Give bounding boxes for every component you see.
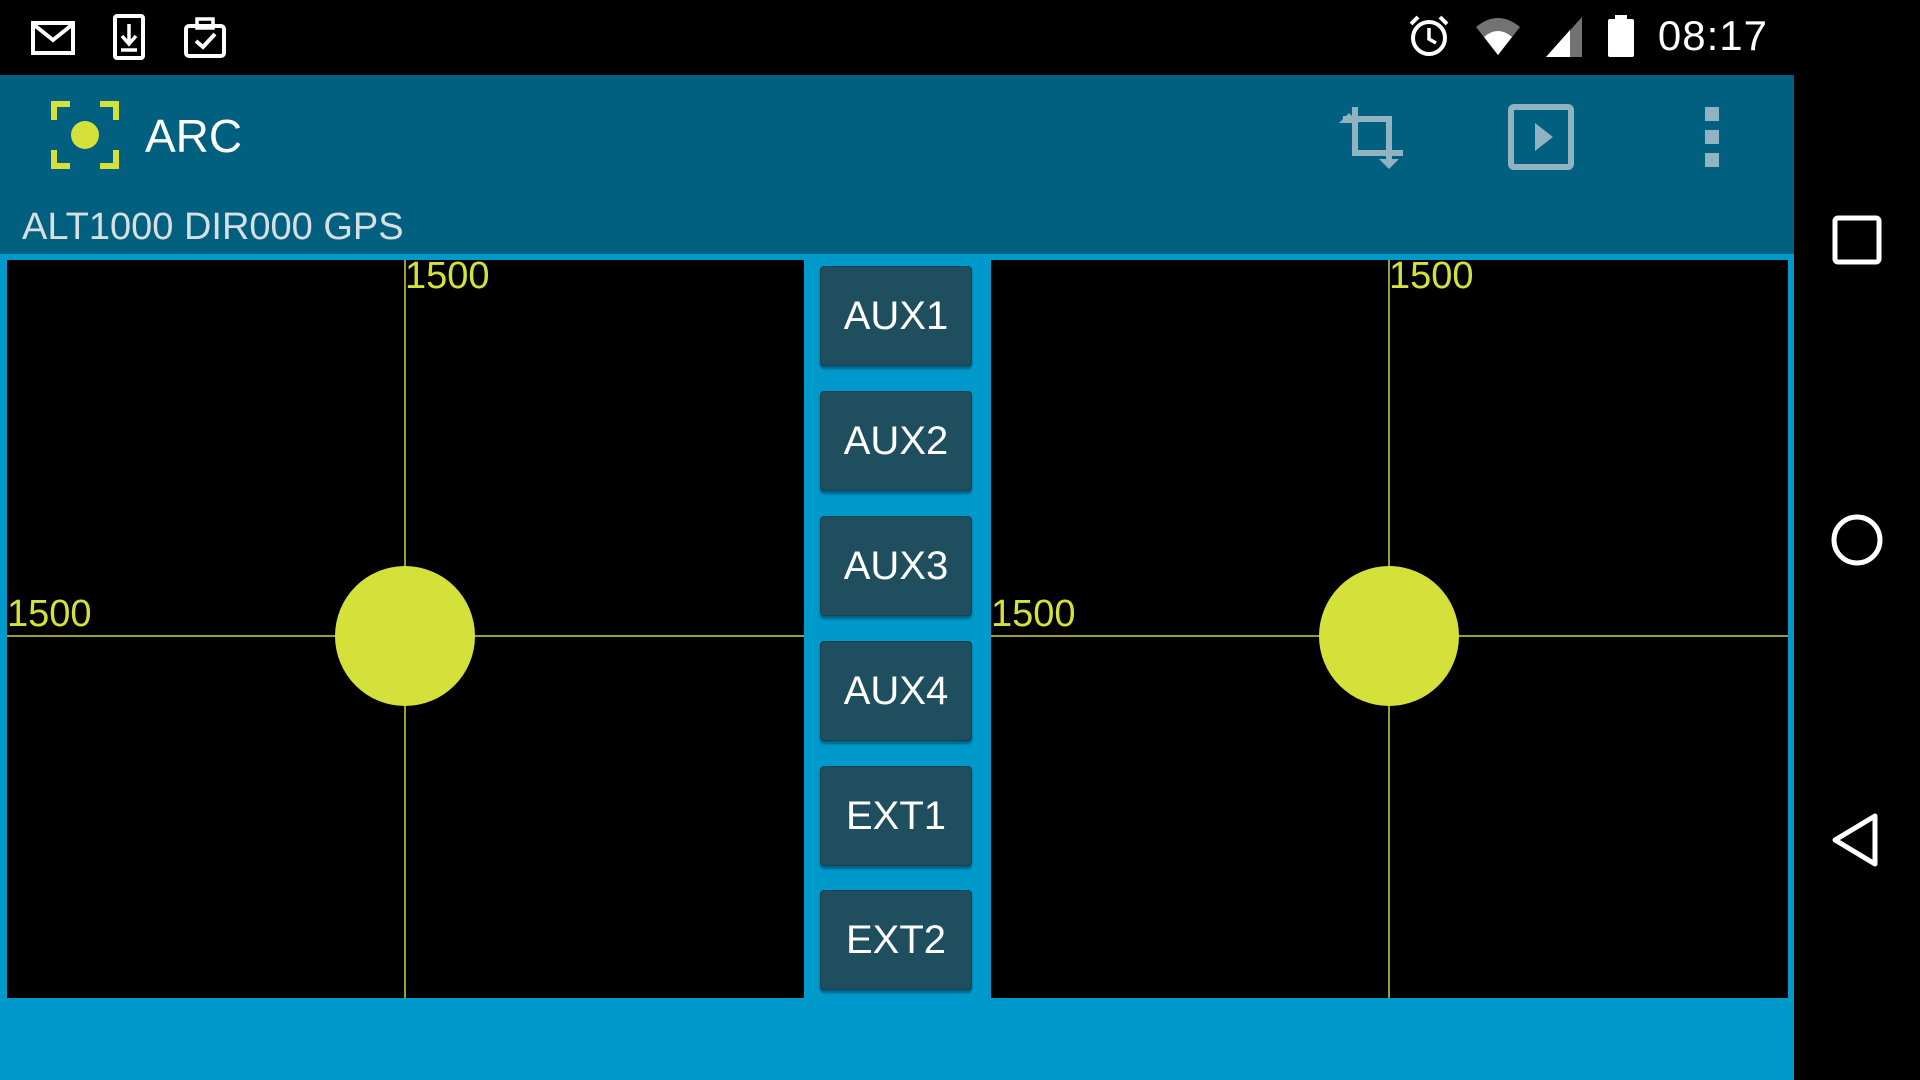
right-joystick-pad[interactable]: 1500 1500 (991, 260, 1788, 998)
status-bar: 08:17 (0, 0, 1794, 75)
download-icon (113, 14, 145, 60)
overflow-menu-icon[interactable] (1675, 101, 1747, 173)
left-y-value: 1500 (405, 260, 490, 297)
cell-signal-icon (1545, 17, 1582, 57)
back-icon[interactable] (1827, 810, 1887, 870)
crop-icon[interactable] (1337, 101, 1409, 173)
right-x-value: 1500 (991, 593, 1076, 635)
right-joystick-grid (991, 260, 1788, 998)
alarm-icon (1409, 15, 1449, 56)
left-stick-knob[interactable] (335, 566, 475, 706)
right-y-value: 1500 (1389, 260, 1474, 297)
system-icons: 08:17 (1406, 12, 1768, 60)
screen: 08:17 ARC ALT1000 DIR000 GPS 1500 1500 A… (0, 0, 1920, 1080)
right-stick-knob[interactable] (1319, 566, 1459, 706)
recents-icon[interactable] (1827, 210, 1887, 270)
aux2-button[interactable]: AUX2 (820, 391, 972, 491)
home-icon[interactable] (1827, 510, 1887, 570)
battery-icon (1607, 15, 1634, 57)
navigation-bar (1794, 0, 1920, 1080)
play-icon[interactable] (1505, 101, 1577, 173)
ext2-button[interactable]: EXT2 (820, 890, 972, 990)
left-joystick-pad[interactable]: 1500 1500 (7, 260, 804, 998)
gmail-icon (31, 21, 75, 55)
telemetry-text: ALT1000 DIR000 GPS (22, 206, 404, 248)
ext1-button[interactable]: EXT1 (820, 766, 972, 866)
focus-target-icon (51, 101, 119, 169)
telemetry-bar: ALT1000 DIR000 GPS (0, 196, 1794, 254)
wifi-icon (1475, 18, 1520, 55)
left-joystick-grid (7, 260, 804, 998)
left-x-value: 1500 (7, 593, 92, 635)
clock: 08:17 (1657, 12, 1768, 59)
clipboard-check-icon (184, 17, 226, 58)
aux3-button[interactable]: AUX3 (820, 516, 972, 616)
app-bar: ARC (0, 75, 1794, 196)
controller-area: 1500 1500 AUX1 AUX2 AUX3 AUX4 EXT1 EXT2 … (0, 254, 1794, 1080)
aux1-button[interactable]: AUX1 (820, 266, 972, 366)
aux4-button[interactable]: AUX4 (820, 641, 972, 741)
notification-icons (30, 14, 228, 60)
app-title: ARC (145, 110, 243, 162)
